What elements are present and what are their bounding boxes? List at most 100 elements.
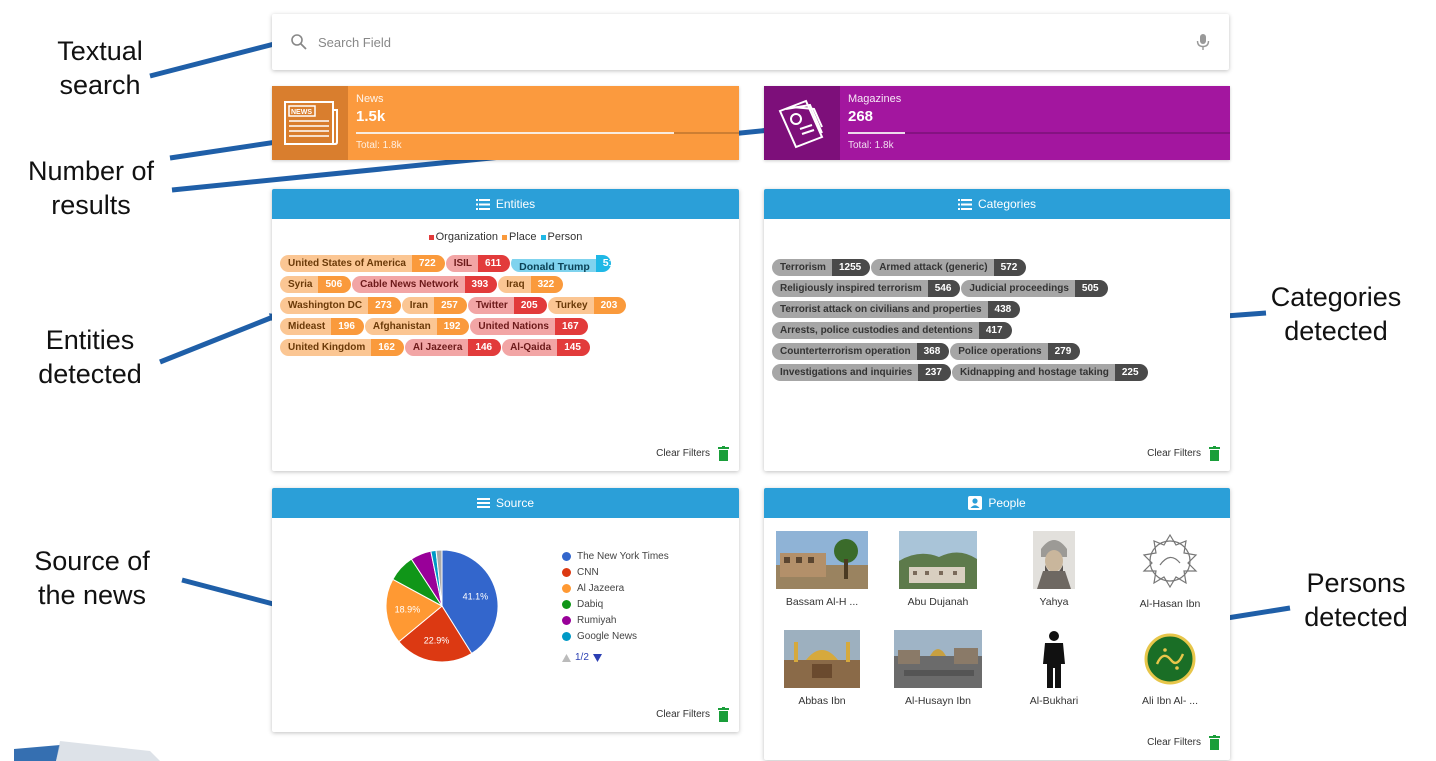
filter-chip[interactable]: Al Jazeera 146 [404, 339, 502, 356]
person-card[interactable]: Yahya [1004, 531, 1104, 608]
trash-icon [1209, 446, 1220, 461]
filter-chip[interactable]: Cable News Network 393 [352, 276, 498, 293]
legend-item: Organization [428, 231, 498, 243]
page-up-icon[interactable] [562, 653, 571, 662]
chip-count: 505 [1074, 280, 1108, 297]
legend-dot [562, 631, 571, 641]
filter-chip[interactable]: Donald Trump511 [511, 255, 612, 272]
filter-chip[interactable]: Twitter 205 [467, 297, 547, 314]
source-legend-item[interactable]: Google News [562, 628, 669, 644]
chip-label: Kidnapping and hostage taking [951, 364, 1115, 381]
filter-chip[interactable]: Kidnapping and hostage taking 225 [951, 364, 1148, 381]
chip-label: Donald Trump [511, 259, 596, 272]
filter-chip[interactable]: Terrorism 1255 [772, 259, 871, 276]
legend-dot [562, 615, 571, 625]
legend-dot [562, 551, 571, 561]
source-pie-chart: 41.1% 22.9% 18.9% [385, 549, 499, 663]
chip-label: Armed attack (generic) [871, 259, 994, 276]
news-stat-card[interactable]: NEWS News 1.5k Total: 1.8k [272, 86, 739, 160]
source-clear-filters[interactable]: Clear Filters [656, 707, 729, 722]
chip-count: 162 [371, 339, 404, 356]
filter-chip[interactable]: Religiously inspired terrorism 546 [772, 280, 961, 297]
clear-filters-label: Clear Filters [656, 448, 710, 459]
filter-chip[interactable]: Judicial proceedings 505 [961, 280, 1108, 297]
person-card[interactable]: Al-Hasan Ibn [1120, 531, 1220, 610]
filter-chip[interactable]: Armed attack (generic) 572 [871, 259, 1027, 276]
filter-chip[interactable]: Syria 506 [280, 276, 352, 293]
entities-tag-list: United States of America 722 ISIL 611 Donald… [272, 253, 739, 358]
source-pager: 1/2 [562, 652, 602, 663]
filter-chip[interactable]: ISIL 611 [445, 255, 511, 272]
filter-chip[interactable]: Al-Qaida 145 [502, 339, 590, 356]
legend-label: CNN [577, 566, 599, 578]
filter-chip[interactable]: Investigations and inquiries 237 [772, 364, 951, 381]
source-legend-item[interactable]: Dabiq [562, 596, 669, 612]
source-legend: The New York Times CNN Al Jazeera Dabiq Rumi… [562, 548, 669, 644]
filter-chip[interactable]: Terrorist attack on civilians and proper… [772, 301, 1021, 318]
chip-count: 322 [530, 276, 564, 293]
tag-row: United States of America 722 ISIL 611 Donald… [280, 253, 731, 274]
legend-swatch [501, 234, 507, 240]
people-clear-filters[interactable]: Clear Filters [1147, 735, 1220, 750]
legend-dot [562, 567, 571, 577]
chip-label: United Nations [470, 318, 555, 335]
search-input[interactable] [318, 34, 1195, 50]
page-down-icon[interactable] [592, 653, 602, 662]
person-card[interactable]: Ali Ibn Al- ... [1120, 630, 1220, 707]
people-header: People [764, 488, 1230, 518]
source-legend-item[interactable]: Al Jazeera [562, 580, 669, 596]
legend-item: Person [540, 231, 582, 243]
filter-chip[interactable]: United Kingdom 162 [280, 339, 404, 356]
person-name: Yahya [1039, 596, 1069, 608]
person-photo [899, 531, 977, 589]
person-card[interactable]: Al-Husayn Ibn [888, 630, 988, 707]
filter-chip[interactable]: Turkey 203 [547, 297, 627, 314]
trash-icon [1209, 735, 1220, 750]
tag-row: Terrorist attack on civilians and proper… [772, 299, 1222, 320]
entities-clear-filters[interactable]: Clear Filters [656, 446, 729, 461]
person-name: Al-Bukhari [1029, 695, 1079, 707]
source-legend-item[interactable]: CNN [562, 564, 669, 580]
person-card[interactable]: Bassam Al-H ... [772, 531, 872, 608]
source-panel: Source 41.1% 22.9% 18.9% The New York Time… [272, 488, 739, 732]
pager-label: 1/2 [575, 652, 589, 663]
filter-chip[interactable]: Iran 257 [401, 297, 467, 314]
person-photo [784, 630, 860, 688]
chip-count: 225 [1114, 364, 1148, 381]
person-name: Al-Husayn Ibn [905, 695, 971, 707]
filter-chip[interactable]: United Nations 167 [470, 318, 588, 335]
entities-title: Entities [495, 197, 536, 211]
person-card[interactable]: Abbas Ibn [772, 630, 872, 707]
search-bar [272, 14, 1229, 70]
magazines-stat-card[interactable]: Magazines 268 Total: 1.8k [764, 86, 1230, 160]
filter-chip[interactable]: Counterterrorism operation 368 [772, 343, 950, 360]
filter-chip[interactable]: Mideast 196 [280, 318, 364, 335]
categories-clear-filters[interactable]: Clear Filters [1147, 446, 1220, 461]
chip-count: 257 [434, 297, 467, 314]
filter-chip[interactable]: United States of America 722 [280, 255, 445, 272]
microphone-icon[interactable] [1195, 33, 1211, 51]
filter-chip[interactable]: Arrests, police custodies and detentions… [772, 322, 1012, 339]
tag-row: United Kingdom 162 Al Jazeera 146 Al-Qaida 14… [280, 337, 731, 358]
source-legend-item[interactable]: The New York Times [562, 548, 669, 564]
filter-chip[interactable]: Iraq 322 [498, 276, 564, 293]
people-panel: People Bassam Al-H ... Abu Dujanah Yahya… [764, 488, 1230, 760]
svg-text:NEWS: NEWS [291, 109, 312, 116]
contact-card-icon [968, 496, 983, 510]
chip-label: Arrests, police custodies and detentions [772, 322, 979, 339]
filter-chip[interactable]: Police operations 279 [950, 343, 1081, 360]
source-legend-item[interactable]: Rumiyah [562, 612, 669, 628]
filter-chip[interactable]: Afghanistan 192 [364, 318, 470, 335]
arrow-entities [159, 312, 280, 365]
filter-chip[interactable]: Washington DC 273 [280, 297, 401, 314]
chip-count: 167 [554, 318, 588, 335]
person-card[interactable]: Al-Bukhari [1004, 630, 1104, 707]
chip-count: 145 [557, 339, 590, 356]
legend-label: Place [508, 231, 537, 243]
trash-icon [718, 446, 729, 461]
tag-row: Religiously inspired terrorism 546 Judicia… [772, 278, 1222, 299]
person-card[interactable]: Abu Dujanah [888, 531, 988, 608]
arrow-search [149, 39, 284, 79]
chip-count: 417 [978, 322, 1012, 339]
list-icon [957, 198, 972, 210]
